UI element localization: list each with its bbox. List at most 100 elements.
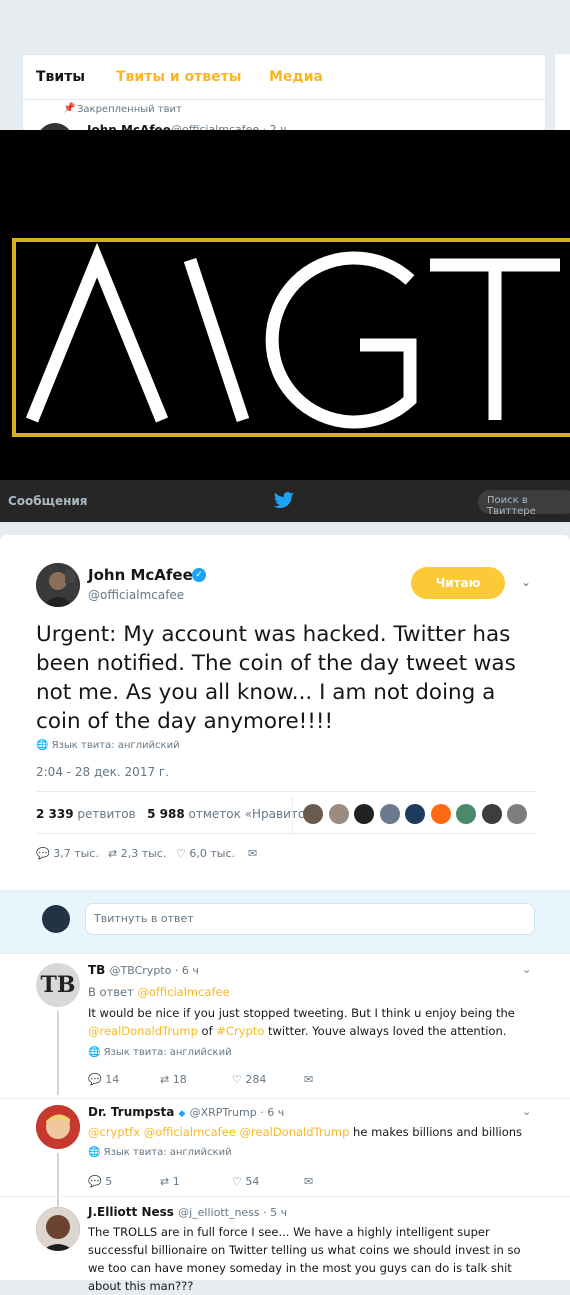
profile-banner [0,130,570,522]
liker-avatar[interactable] [303,803,323,824]
chevron-down-icon[interactable]: ⌄ [521,575,531,589]
reply-text-part: of [197,1024,217,1038]
reply-to-line: В ответ @officialmcafee [88,983,528,1001]
message-action[interactable]: ✉ [304,1073,313,1086]
pin-icon: 📌 [63,103,76,114]
message-action[interactable]: ✉ [248,847,257,860]
reply-avatar-image [36,1105,80,1149]
mgt-logo [12,238,570,437]
reply-actions: 💬 5 ⇄ 1 ♡ 54 ✉ [88,1175,348,1191]
mention-link[interactable]: @officialmcafee [144,1125,236,1139]
mention-link[interactable]: @realDonaldTrump [240,1125,350,1139]
retweets-count[interactable]: 2 339 [36,807,74,821]
retweet-action[interactable]: ⇄ 1 [160,1175,180,1188]
retweet-count: 1 [172,1175,180,1188]
retweet-action[interactable]: ⇄ 2,3 тыс. [108,847,166,860]
following-button[interactable]: Читаю [411,567,505,599]
chevron-down-icon[interactable]: ⌄ [522,1105,531,1118]
tweet-language-text: Язык твита: английский [51,740,180,751]
heart-icon: ♡ [232,1073,242,1086]
like-action[interactable]: ♡ 284 [232,1073,266,1086]
likes-count[interactable]: 5 988 [147,807,185,821]
like-action-count: 6,0 тыс. [189,847,236,860]
liker-avatar[interactable] [481,803,502,824]
reply-text: It would be nice if you just stopped twe… [88,1004,528,1040]
divider [36,791,536,792]
right-panel-edge [555,54,570,134]
reply-text-part: twitter. Youve always loved the attentio… [264,1024,507,1038]
reply-author-handle[interactable]: @XRPTrump · 6 ч [190,1106,285,1119]
hashtag-link[interactable]: #Crypto [216,1024,264,1038]
reply-to-link[interactable]: @officialmcafee [138,985,230,999]
tweet-detail-card: John McAfee ✓ @officialmcafee Читаю ⌄ Ur… [0,535,570,1293]
liker-avatar[interactable] [430,803,451,824]
like-action[interactable]: ♡ 6,0 тыс. [176,847,235,860]
divider [36,833,536,834]
envelope-icon: ✉ [248,847,258,860]
stats-separator [292,797,293,833]
reply-icon: 💬 [36,847,50,860]
reply-avatar-tb[interactable]: TB [36,963,80,1007]
reply-header: TB @TBCrypto · 6 ч [88,963,199,977]
envelope-icon: ✉ [304,1175,314,1188]
retweet-icon: ⇄ [160,1073,170,1086]
liker-avatar[interactable] [328,803,349,824]
tab-tweets-and-replies[interactable]: Твиты и ответы [116,69,241,85]
reply-author-handle[interactable]: @j_elliott_ness · 5 ч [178,1206,287,1219]
likers-avatars [303,803,533,825]
liker-avatar[interactable] [354,803,374,824]
nav-search-input[interactable]: Поиск в Твиттере [478,490,570,517]
liker-avatar[interactable] [405,803,425,824]
thread-line [57,1011,59,1095]
author-name[interactable]: John McAfee [88,566,193,584]
reply-header: J.Elliott Ness @j_elliott_ness · 5 ч [88,1205,287,1219]
retweets-label[interactable]: ретвитов [77,807,135,821]
liker-avatar[interactable] [379,803,400,824]
author-avatar[interactable] [36,563,80,607]
verified-badge-icon: ✓ [192,568,206,582]
reply-avatar-trump[interactable] [36,1105,80,1149]
like-action[interactable]: ♡ 54 [232,1175,259,1188]
reply-to-prefix: В ответ [88,985,134,999]
reply-author-name[interactable]: TB [88,963,105,977]
reply-language-text: Язык твита: английский [103,1147,232,1158]
envelope-icon: ✉ [304,1073,314,1086]
reply-avatar-ness[interactable] [36,1207,80,1251]
reply-action[interactable]: 💬 14 [88,1073,119,1086]
retweet-action[interactable]: ⇄ 18 [160,1073,187,1086]
reply-avatar-image [36,1207,80,1251]
reply-language: 🌐 Язык твита: английский [88,1147,232,1158]
mention-link[interactable]: @cryptfx [88,1125,140,1139]
reply-author-name[interactable]: J.Elliott Ness [88,1205,174,1219]
heart-icon: ♡ [176,847,186,860]
likes-label[interactable]: отметок «Нравится» [189,807,320,821]
reply-author-handle[interactable]: @TBCrypto · 6 ч [110,964,199,977]
retweet-action-count: 2,3 тыс. [120,847,167,860]
reply-text-part: It would be nice if you just stopped twe… [88,1006,515,1020]
reply-action[interactable]: 💬 5 [88,1175,112,1188]
message-action[interactable]: ✉ [304,1175,313,1188]
tab-media[interactable]: Медиа [269,69,323,85]
twitter-bird-icon[interactable] [274,492,294,508]
reply-text: @cryptfx @officialmcafee @realDonaldTrum… [88,1123,528,1141]
reply-action[interactable]: 💬 3,7 тыс. [36,847,99,860]
reply-author-name[interactable]: Dr. Trumpsta [88,1105,174,1119]
like-count: 284 [245,1073,267,1086]
liker-avatar[interactable] [456,803,476,824]
tweet-timestamp[interactable]: 2:04 - 28 дек. 2017 г. [36,765,169,779]
nav-messages[interactable]: Сообщения [8,494,87,508]
heart-icon: ♡ [232,1175,242,1188]
reply-action-count: 3,7 тыс. [53,847,99,860]
reply-header: Dr. Trumpsta ◆ @XRPTrump · 6 ч [88,1105,284,1119]
author-handle[interactable]: @officialmcafee [88,588,184,602]
tab-tweets[interactable]: Твиты [36,69,85,85]
tabs-divider [23,99,545,100]
mention-link[interactable]: @realDonaldTrump [88,1024,198,1038]
liker-avatar[interactable] [507,803,527,824]
reply-input[interactable]: Твитнуть в ответ [85,903,535,935]
profile-tabs-card: Твиты Твиты и ответы Медиа 📌 Закрепленны… [22,54,546,159]
reply-language: 🌐 Язык твита: английский [88,1047,232,1058]
globe-icon: 🌐 [88,1047,101,1058]
chevron-down-icon[interactable]: ⌄ [522,963,531,976]
nav-bar-overlay: Сообщения Поиск в Твиттере [0,480,570,522]
